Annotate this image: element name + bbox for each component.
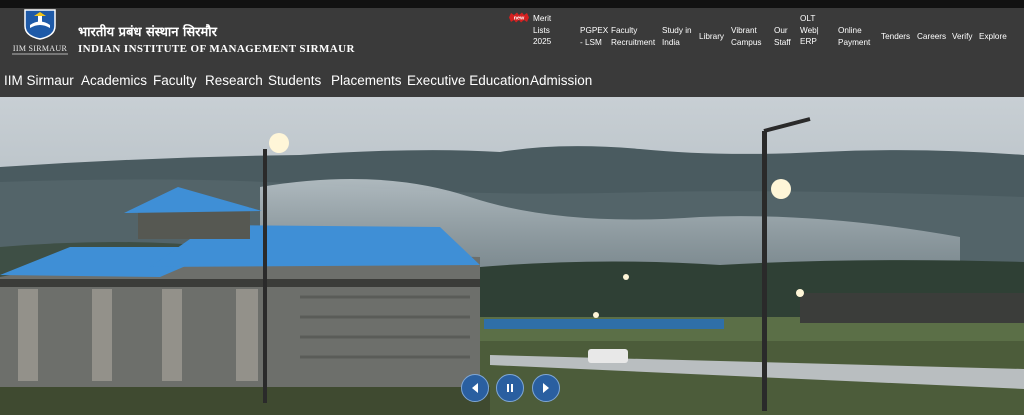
util-link-pgpex-lsm[interactable]: PGPEX - LSM — [580, 25, 608, 48]
slider-next-button[interactable] — [532, 374, 560, 402]
util-link-faculty-recruitment[interactable]: Faculty Recruitment — [611, 25, 655, 48]
site-header: IIM SIRMAUR भारतीय प्रबंध संस्थान सिरमौर… — [0, 8, 1024, 97]
shield-icon — [24, 9, 56, 40]
distant-building — [800, 293, 1024, 323]
svg-text:new: new — [514, 16, 525, 22]
util-link-olt-web-erp[interactable]: OLT Web| ERP — [800, 13, 819, 48]
util-link-library[interactable]: Library — [699, 31, 724, 43]
util-link-tenders[interactable]: Tenders — [881, 31, 910, 43]
nav-executive-education[interactable]: Executive Education — [407, 73, 529, 88]
util-link-online-payment[interactable]: Online Payment — [838, 25, 870, 48]
next-icon — [543, 383, 549, 393]
util-link-merit-lists[interactable]: Merit Lists 2025 — [533, 13, 551, 48]
logo-text: IIM SIRMAUR — [12, 44, 68, 53]
util-link-study-in-india[interactable]: Study in India — [662, 25, 692, 48]
institute-name-hindi: भारतीय प्रबंध संस्थान सिरमौर — [78, 25, 217, 40]
util-link-our-staff[interactable]: Our Staff — [774, 25, 791, 48]
nav-faculty[interactable]: Faculty — [153, 73, 197, 88]
institute-name-english: INDIAN INSTITUTE OF MANAGEMENT SIRMAUR — [78, 43, 355, 55]
nav-academics[interactable]: Academics — [81, 73, 147, 88]
new-badge-icon: new — [509, 12, 529, 23]
top-strip — [0, 0, 1024, 8]
util-link-verify[interactable]: Verify — [952, 31, 972, 43]
nav-admission[interactable]: Admission — [530, 73, 592, 88]
previous-icon — [472, 383, 478, 393]
nav-research[interactable]: Research — [205, 73, 263, 88]
hero-slider — [0, 97, 1024, 415]
parked-car — [588, 349, 628, 363]
util-link-vibrant-campus[interactable]: Vibrant Campus — [731, 25, 762, 48]
slider-prev-button[interactable] — [461, 374, 489, 402]
nav-iim-sirmaur[interactable]: IIM Sirmaur — [4, 73, 74, 88]
campus-hero-image — [0, 97, 1024, 415]
slider-pause-button[interactable] — [496, 374, 524, 402]
iim-sirmaur-logo[interactable]: IIM SIRMAUR — [8, 8, 72, 60]
logo-underline — [12, 53, 68, 55]
nav-placements[interactable]: Placements — [331, 73, 402, 88]
util-link-explore[interactable]: Explore — [979, 31, 1007, 43]
util-link-careers[interactable]: Careers — [917, 31, 946, 43]
nav-students[interactable]: Students — [268, 73, 321, 88]
pause-icon — [507, 384, 513, 392]
